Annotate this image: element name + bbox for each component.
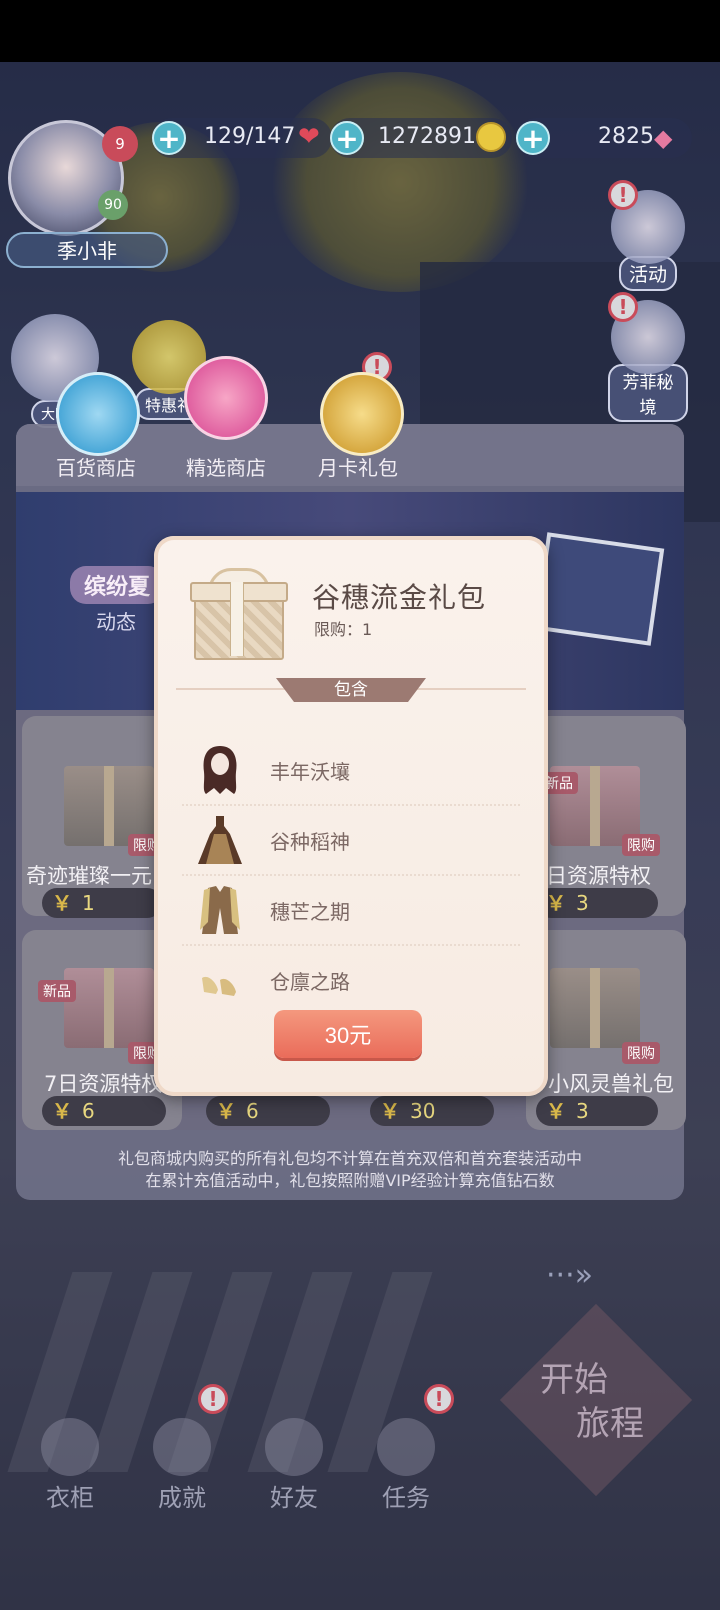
alert-icon: !: [198, 1384, 228, 1414]
yuan-icon: ￥: [546, 891, 566, 915]
tasks-icon: [377, 1418, 435, 1476]
buy-button[interactable]: 30元: [274, 1010, 422, 1058]
gift-card-price[interactable]: ￥ 1: [42, 888, 162, 918]
included-item[interactable]: 谷种稻神: [182, 806, 520, 876]
coat-icon: [200, 886, 240, 934]
add-gold-button[interactable]: +: [330, 121, 364, 155]
nav-wardrobe[interactable]: 衣柜: [20, 1418, 120, 1513]
nav-achievement-label: 成就: [158, 1484, 206, 1512]
banner-picture: [533, 532, 665, 646]
gift-card-name: 奇迹璀璨一元: [26, 864, 152, 888]
shop-notice: 礼包商城内购买的所有礼包均不计算在首充双倍和首充套装活动中 在累计充值活动中，礼…: [16, 1148, 684, 1192]
alert-icon: !: [608, 180, 638, 210]
wardrobe-icon: [41, 1418, 99, 1476]
gift-card-name: 7日资源特权: [44, 1072, 163, 1096]
gift-box-icon: [190, 568, 288, 660]
limited-tag: 限购: [622, 1042, 660, 1064]
gift-card-price[interactable]: ￥ 30: [370, 1096, 494, 1126]
item-name: 仓廪之路: [270, 970, 350, 994]
gold-bar: + 1272891: [330, 118, 512, 158]
monthly-card-icon[interactable]: [320, 372, 404, 456]
shopping-cart-icon[interactable]: [184, 356, 268, 440]
limited-tag: 限购: [622, 834, 660, 856]
player-level-badge: 9: [102, 126, 138, 162]
diamond-value: 2825: [598, 124, 654, 149]
diamond-icon: ◆: [654, 124, 673, 152]
add-diamond-button[interactable]: +: [516, 121, 550, 155]
alert-icon: !: [608, 292, 638, 322]
notice-line-2: 在累计充值活动中，礼包按照附赠VIP经验计算充值钻石数: [145, 1171, 555, 1190]
stamina-bar: + 129/147 ❤: [152, 118, 332, 158]
included-item[interactable]: 丰年沃壤: [182, 736, 520, 806]
heart-icon: ❤: [298, 122, 320, 152]
nav-wardrobe-label: 衣柜: [46, 1484, 94, 1512]
stamina-value: 129/147: [204, 124, 296, 149]
price-value: 6: [246, 1099, 259, 1123]
price-value: 3: [576, 891, 589, 915]
included-item[interactable]: 仓廪之路: [182, 946, 520, 1014]
start-line-2: 旅程: [576, 1404, 644, 1444]
nav-friends-label: 好友: [270, 1484, 318, 1512]
trophy-icon: [153, 1418, 211, 1476]
banner-tag: 缤纷夏: [70, 566, 165, 604]
start-line-1: 开始: [540, 1360, 608, 1400]
nav-achievement[interactable]: 成就: [132, 1418, 232, 1513]
nav-tasks[interactable]: 任务: [356, 1418, 456, 1513]
gift-card-price[interactable]: ￥ 3: [536, 1096, 658, 1126]
item-name: 穗芒之期: [270, 900, 350, 924]
friends-icon: [265, 1418, 323, 1476]
player-name[interactable]: 季小非: [6, 232, 168, 268]
hair-icon: [203, 746, 237, 794]
start-journey-label: 开始 旅程: [540, 1358, 670, 1446]
gift-card-name: 日资源特权: [546, 864, 651, 888]
included-item[interactable]: 穗芒之期: [182, 876, 520, 946]
dress-icon: [198, 816, 242, 864]
tab-department-store[interactable]: 百货商店: [36, 452, 156, 481]
purchase-limit: 限购：1: [314, 620, 373, 639]
gift-box-icon: [64, 968, 154, 1048]
yuan-icon: ￥: [52, 1099, 72, 1123]
player-vip-badge: 90: [98, 190, 128, 220]
yuan-icon: ￥: [546, 1099, 566, 1123]
gift-card-name: 小风灵兽礼包: [548, 1072, 674, 1096]
diamond-bar: + 2825 ◆: [516, 118, 692, 158]
gift-card-price[interactable]: ￥ 6: [42, 1096, 166, 1126]
item-name: 丰年沃壤: [270, 760, 350, 784]
banner-subtitle: 动态: [96, 610, 136, 634]
modal-title: 谷穗流金礼包: [312, 581, 487, 614]
gold-coin-icon: [476, 122, 506, 152]
alert-icon: !: [424, 1384, 454, 1414]
shoes-icon: [202, 976, 236, 996]
yuan-icon: ￥: [216, 1099, 236, 1123]
nav-friends[interactable]: 好友: [244, 1418, 344, 1513]
yuan-icon: ￥: [52, 891, 72, 915]
include-label: 包含: [276, 678, 426, 702]
gift-detail-modal: 谷穗流金礼包 限购：1 包含 丰年沃壤 谷种稻神 穗芒之期 仓廪之路 30元: [154, 536, 548, 1096]
gift-card-price[interactable]: ￥ 3: [536, 888, 658, 918]
price-value: 6: [82, 1099, 95, 1123]
next-arrow-icon[interactable]: ···»: [546, 1258, 593, 1293]
department-store-icon[interactable]: [56, 372, 140, 456]
gold-value: 1272891: [378, 124, 476, 149]
gift-box-icon: [550, 968, 640, 1048]
add-stamina-button[interactable]: +: [152, 121, 186, 155]
tab-featured-store[interactable]: 精选商店: [166, 452, 286, 481]
tab-monthly-card[interactable]: 月卡礼包: [298, 452, 418, 481]
item-name: 谷种稻神: [270, 830, 350, 854]
price-value: 3: [576, 1099, 589, 1123]
gift-card-price[interactable]: ￥ 6: [206, 1096, 330, 1126]
price-value: 1: [82, 891, 95, 915]
price-value: 30: [410, 1099, 436, 1123]
notice-line-1: 礼包商城内购买的所有礼包均不计算在首充双倍和首充套装活动中: [117, 1149, 582, 1168]
yuan-icon: ￥: [380, 1099, 400, 1123]
nav-tasks-label: 任务: [382, 1484, 430, 1512]
new-tag: 新品: [38, 980, 76, 1002]
